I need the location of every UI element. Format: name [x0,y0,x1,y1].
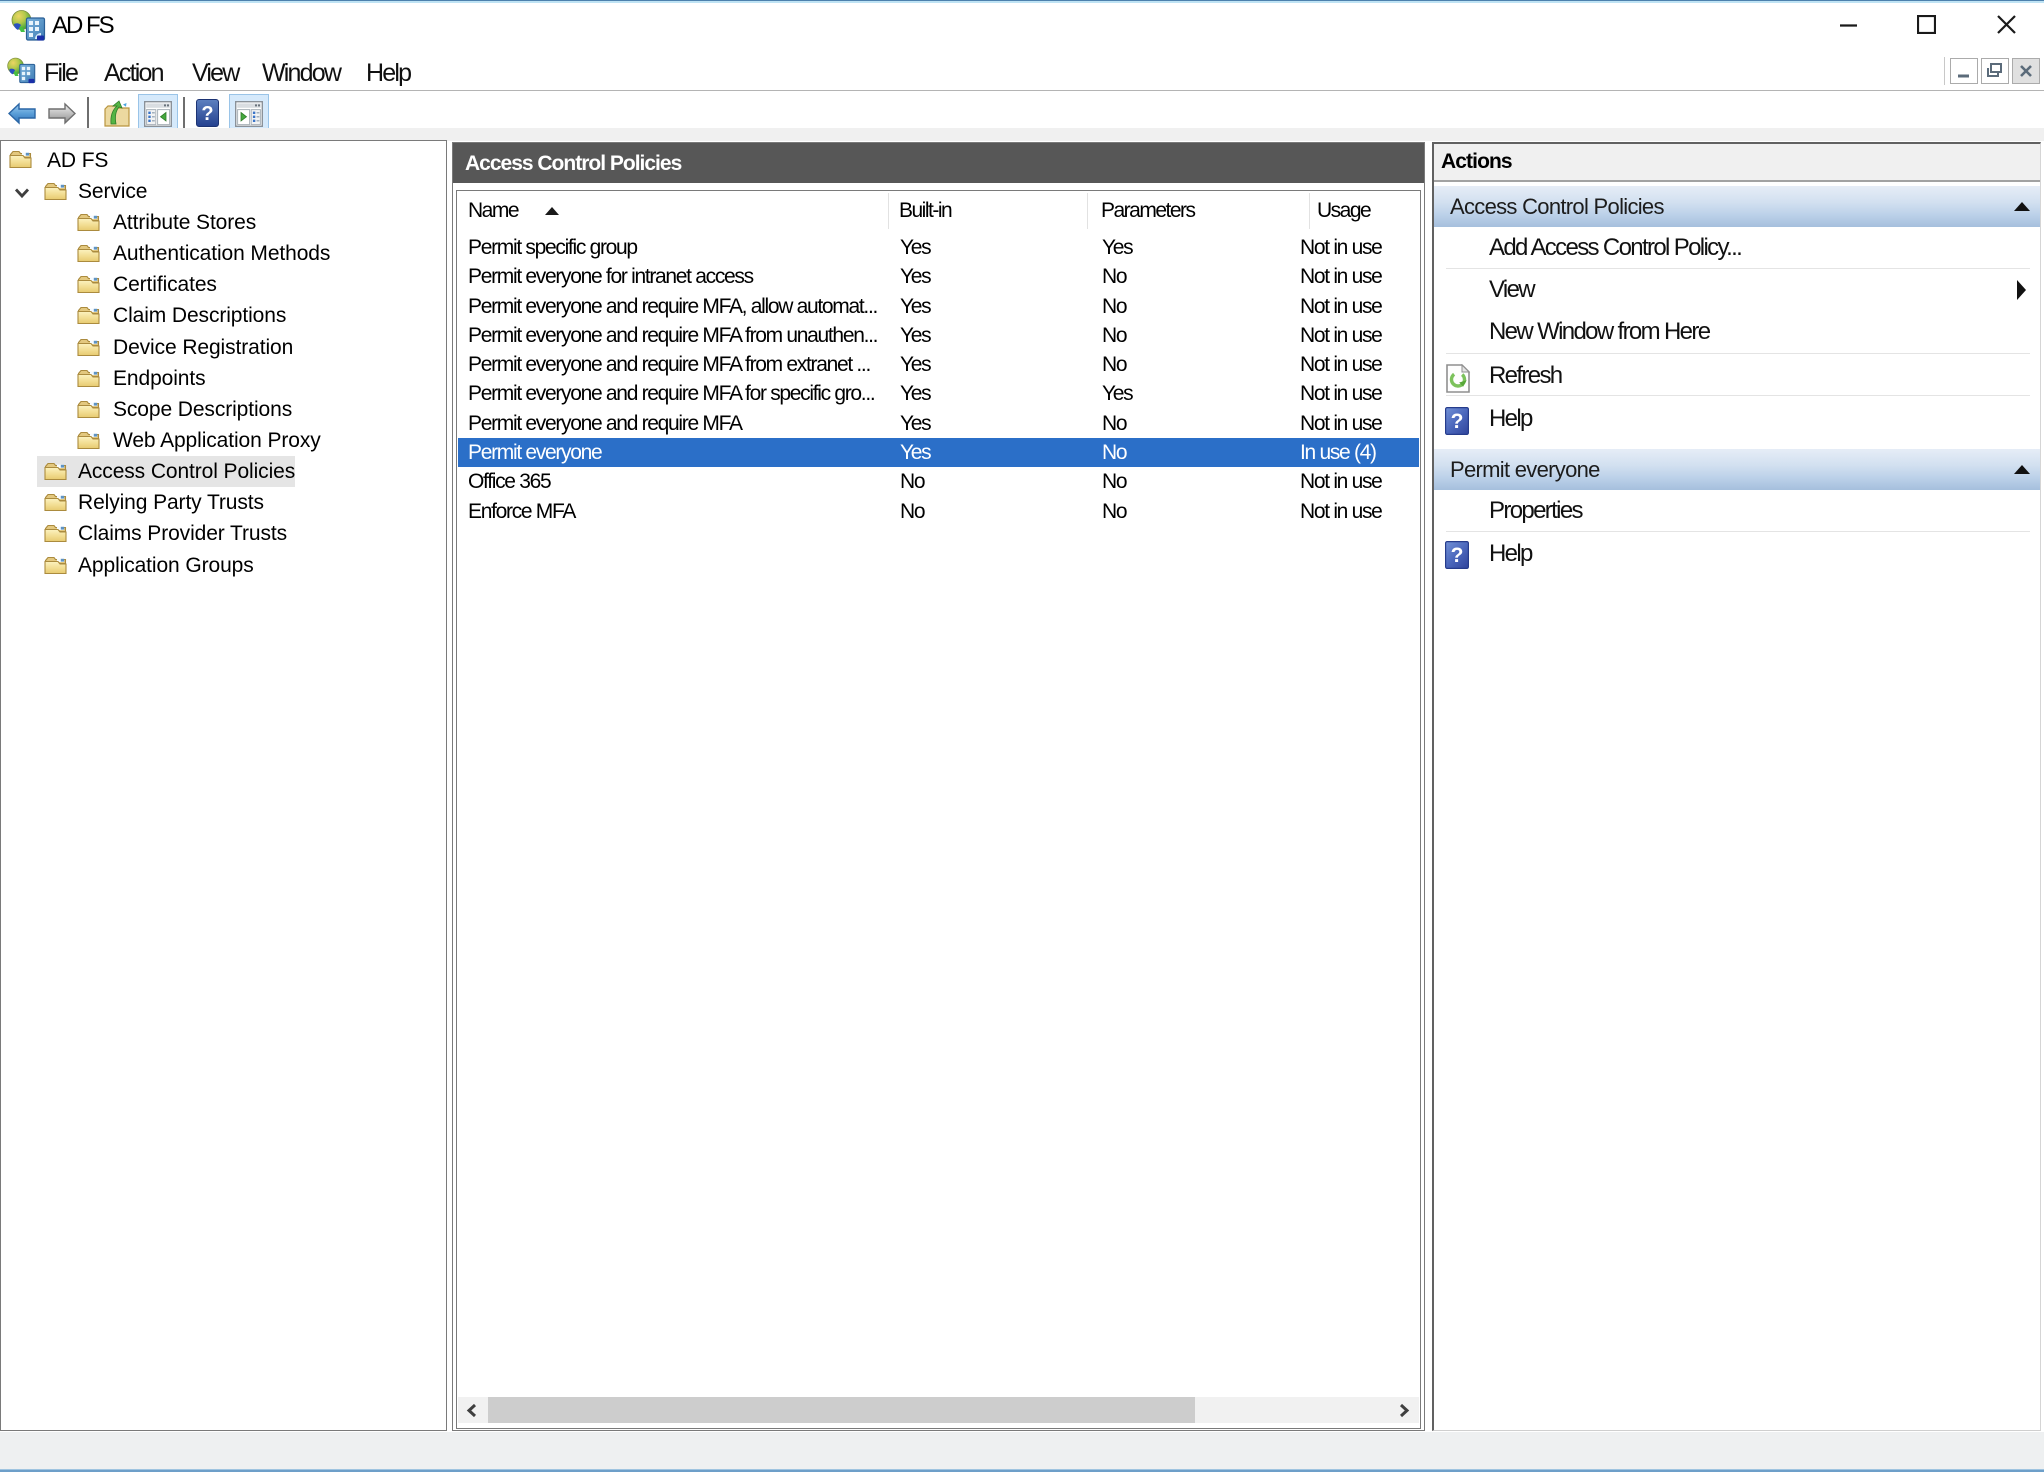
svg-text:?: ? [1451,410,1464,433]
svg-text:?: ? [201,103,213,125]
svg-text:?: ? [1451,544,1464,567]
